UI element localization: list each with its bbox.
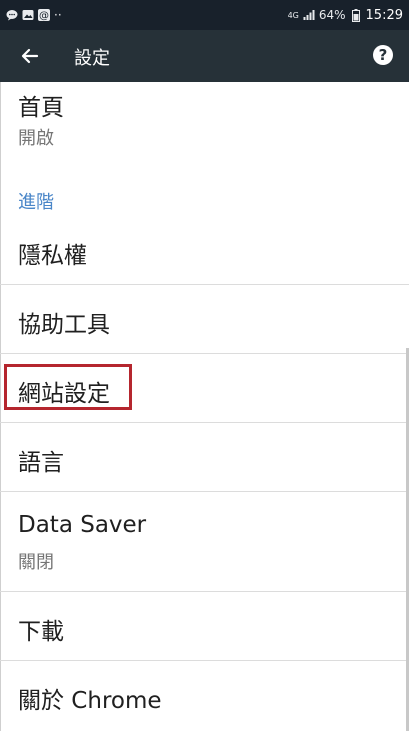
chat-bubble-icon	[6, 9, 18, 21]
section-header-advanced: 進階	[18, 192, 54, 213]
back-button[interactable]	[10, 36, 50, 76]
about-chrome-title: 關於 Chrome	[18, 688, 162, 714]
data-saver-title: Data Saver	[18, 512, 147, 538]
signal-icon	[303, 9, 315, 21]
network-type: 4G	[287, 10, 299, 20]
downloads-title: 下載	[18, 619, 64, 645]
at-sign-icon: @	[38, 9, 50, 21]
settings-item-downloads[interactable]: 下載	[0, 592, 409, 661]
settings-item-data-saver[interactable]: Data Saver 關閉	[0, 492, 409, 592]
svg-text:?: ?	[379, 46, 388, 64]
clock: 15:29	[365, 7, 403, 23]
status-bar: @ ·· 4G 64% 15:29	[0, 0, 409, 30]
settings-item-accessibility[interactable]: 協助工具	[0, 285, 409, 354]
languages-title: 語言	[18, 450, 64, 476]
battery-percent: 64%	[318, 8, 346, 22]
more-dots-icon: ··	[54, 8, 62, 22]
app-toolbar: 設定 ?	[0, 30, 409, 82]
homepage-title: 首頁	[18, 95, 64, 121]
settings-item-about-chrome[interactable]: 關於 Chrome	[0, 661, 409, 731]
help-icon: ?	[373, 45, 393, 65]
page-title: 設定	[74, 48, 110, 69]
help-button[interactable]: ?	[369, 41, 397, 69]
settings-item-homepage[interactable]: 首頁 開啟	[0, 82, 409, 162]
settings-list: 首頁 開啟 進階 隱私權 協助工具 網站設定 語言 Data Saver 關閉 …	[0, 82, 409, 731]
data-saver-status: 關閉	[18, 552, 54, 573]
battery-icon	[350, 8, 362, 22]
settings-item-languages[interactable]: 語言	[0, 423, 409, 492]
back-arrow-icon	[21, 48, 39, 64]
privacy-title: 隱私權	[18, 243, 87, 269]
highlight-box	[4, 364, 132, 410]
svg-text:@: @	[39, 11, 49, 22]
homepage-status: 開啟	[18, 128, 54, 149]
image-icon	[22, 9, 34, 21]
settings-item-privacy[interactable]: 隱私權	[0, 218, 409, 285]
accessibility-title: 協助工具	[18, 312, 110, 338]
